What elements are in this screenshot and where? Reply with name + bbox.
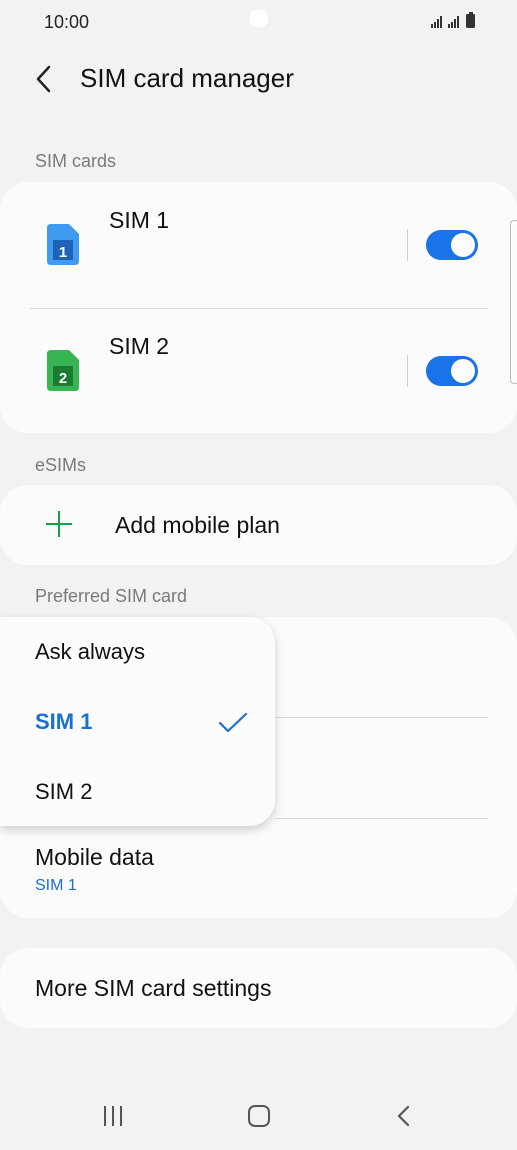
mobile-data-label: Mobile data — [35, 844, 154, 870]
esims-section-label: eSIMs — [35, 455, 87, 475]
popup-option-ask-always[interactable]: Ask always — [35, 639, 145, 665]
mobile-data-value: SIM 1 — [35, 877, 77, 894]
pref-divider-2 — [275, 818, 488, 819]
popup-option-sim-1[interactable]: SIM 1 — [35, 709, 92, 735]
checkmark-icon — [218, 712, 248, 734]
svg-text:1: 1 — [59, 244, 67, 261]
preferred-section-label: Preferred SIM card — [35, 586, 188, 606]
sim-1-toggle[interactable] — [426, 230, 478, 260]
sim-2-card-icon: 2 — [47, 350, 79, 396]
status-time: 10:00 — [44, 12, 90, 32]
sim-2-toggle[interactable] — [426, 356, 478, 386]
sim-1-separator — [407, 229, 408, 261]
home-button[interactable] — [248, 1105, 270, 1127]
back-button[interactable] — [32, 62, 58, 96]
sim-cards-section-label: SIM cards — [35, 151, 117, 171]
recent-apps-button[interactable] — [104, 1106, 122, 1126]
popup-option-sim-2[interactable]: SIM 2 — [35, 779, 92, 805]
more-sim-settings-label: More SIM card settings — [35, 975, 272, 1001]
status-icons — [431, 12, 475, 28]
sim-2-name: SIM 2 — [109, 333, 170, 359]
add-mobile-plan-label: Add mobile plan — [115, 512, 280, 538]
signal-sim1-icon — [431, 16, 442, 28]
sim-2-separator — [407, 355, 408, 387]
scrollbar[interactable] — [510, 220, 517, 384]
sim-1-name: SIM 1 — [109, 207, 170, 233]
battery-icon — [466, 12, 475, 28]
nav-back-icon — [397, 1105, 410, 1127]
svg-text:2: 2 — [59, 370, 67, 387]
back-arrow-icon — [36, 65, 51, 93]
plus-icon — [44, 509, 74, 539]
signal-sim2-icon — [448, 16, 459, 28]
nav-back-button[interactable] — [395, 1104, 413, 1128]
page-title: SIM card manager — [80, 63, 294, 93]
pref-divider-1 — [275, 717, 488, 718]
sim-1-card-icon: 1 — [47, 224, 79, 270]
camera-cutout — [249, 9, 268, 28]
